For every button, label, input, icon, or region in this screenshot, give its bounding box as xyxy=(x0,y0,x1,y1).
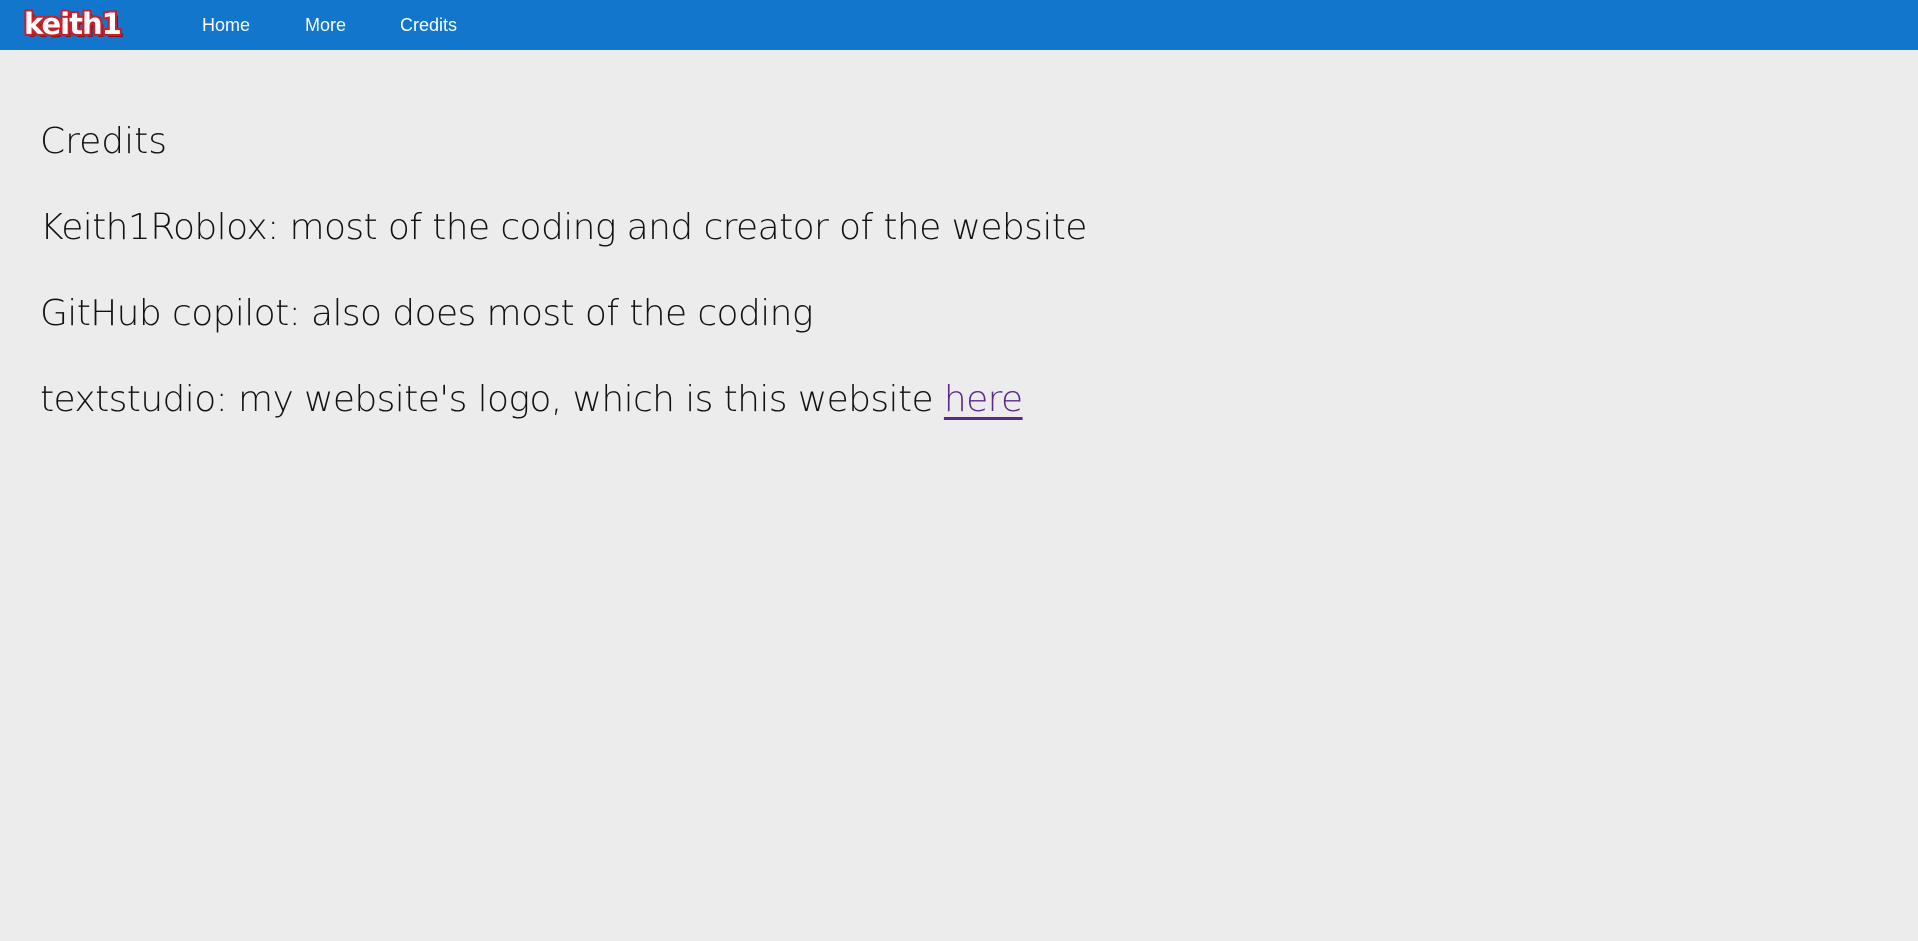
credit-text: GitHub copilot: also does most of the co… xyxy=(40,293,813,334)
nav-link-credits[interactable]: Credits xyxy=(400,0,457,50)
nav-link-more[interactable]: More xyxy=(305,0,346,50)
main-nav: Home More Credits xyxy=(0,0,1918,50)
nav-link-home[interactable]: Home xyxy=(202,0,250,50)
logo-source-link[interactable]: here xyxy=(944,379,1023,420)
top-navigation-bar: keith1 Home More Credits xyxy=(0,0,1918,50)
credit-text: textstudio: my website's logo, which is … xyxy=(40,379,944,420)
credit-text: Keith1Roblox: most of the coding and cre… xyxy=(40,207,1087,248)
credit-line-keith1roblox: Keith1Roblox: most of the coding and cre… xyxy=(40,202,1087,254)
page-title: Credits xyxy=(40,121,168,162)
credit-line-textstudio: textstudio: my website's logo, which is … xyxy=(40,374,1023,426)
credit-line-github-copilot: GitHub copilot: also does most of the co… xyxy=(40,288,813,340)
